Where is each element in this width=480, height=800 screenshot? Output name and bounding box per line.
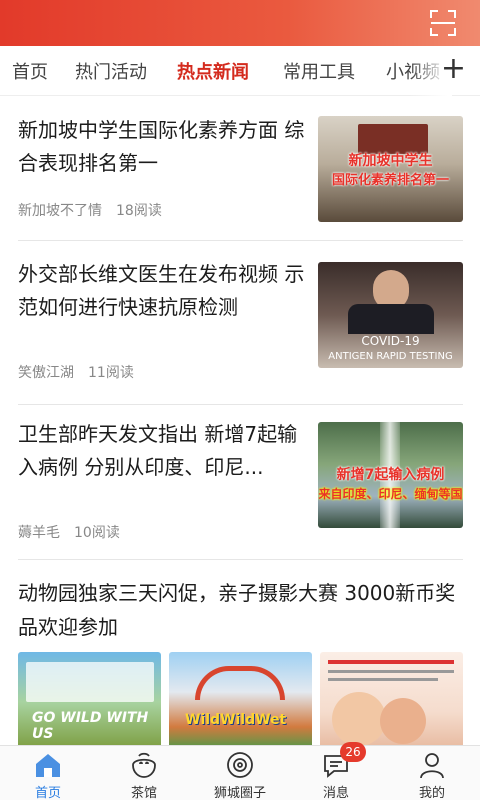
thumb-caption-1: 新增7起输入病例 (336, 467, 445, 483)
category-tabs: 首页 热门活动 热点新闻 常用工具 小视频 + (0, 46, 480, 96)
news-title: 新加坡中学生国际化素养方面 综合表现排名第一 (18, 118, 305, 175)
message-badge: 26 (340, 742, 366, 762)
news-thumbnail: COVID-19 ANTIGEN RAPID TESTING (318, 262, 463, 368)
scan-icon[interactable] (428, 8, 458, 38)
thumb-caption-2: ANTIGEN RAPID TESTING (328, 351, 453, 362)
news-feed: 新加坡中学生国际化素养方面 综合表现排名第一 新加坡不了情 18阅读 新加坡中学生… (0, 96, 480, 748)
circle-icon (227, 752, 253, 778)
nav-label: 消息 (322, 786, 349, 800)
nav-messages[interactable]: 26 消息 (288, 742, 384, 800)
nav-home[interactable]: 首页 (0, 746, 96, 800)
news-meta: 薅羊毛 10阅读 (18, 522, 120, 542)
waterslide-shape (195, 666, 285, 700)
text-line (328, 670, 454, 673)
tab-hot-events[interactable]: 热门活动 (75, 58, 147, 84)
home-icon (36, 754, 60, 777)
gallery-image-2: WildWildWet (169, 652, 312, 748)
news-reads: 10阅读 (74, 525, 120, 541)
news-author: 薅羊毛 (18, 525, 60, 541)
tab-tools[interactable]: 常用工具 (283, 58, 355, 84)
speaker-body (348, 304, 434, 334)
thumb-caption-2: 国际化素养排名第一 (331, 173, 449, 188)
news-author: 新加坡不了情 (18, 203, 102, 219)
news-thumbnail: 新加坡中学生 国际化素养排名第一 (318, 116, 463, 222)
nav-teahouse[interactable]: 茶馆 (96, 746, 192, 800)
bottom-nav: 首页 茶馆 狮城圈子 26 消息 我的 (0, 742, 480, 800)
nav-label: 茶馆 (130, 786, 157, 800)
nav-circle[interactable]: 狮城圈子 (192, 746, 288, 800)
news-item[interactable]: 新加坡中学生国际化素养方面 综合表现排名第一 新加坡不了情 18阅读 新加坡中学生… (18, 114, 463, 241)
nav-label: 首页 (34, 786, 61, 800)
news-author: 笑傲江湖 (18, 365, 74, 381)
thumb-caption-2: 来自印度、印尼、缅甸等国 (318, 487, 463, 501)
tab-home[interactable]: 首页 (12, 58, 48, 84)
nav-label: 我的 (418, 786, 445, 800)
news-thumbnail: 新增7起输入病例 来自印度、印尼、缅甸等国 (318, 422, 463, 528)
nav-label: 狮城圈子 (213, 786, 266, 800)
news-title: 卫生部昨天发文指出 新增7起输入病例 分别从印度、印尼... (18, 422, 298, 479)
thumb-caption-1: 新加坡中学生 (348, 153, 433, 169)
news-title: 外交部长维文医生在发布视频 示范如何进行快速抗原检测 (18, 262, 305, 319)
book-shape (358, 124, 428, 154)
text-line (328, 660, 454, 664)
child-face-2 (380, 698, 426, 744)
news-gallery[interactable]: GO WILD WITH US WildWildWet (18, 652, 463, 748)
news-meta: 笑傲江湖 11阅读 (18, 362, 134, 382)
nav-profile[interactable]: 我的 (384, 746, 480, 800)
news-item[interactable]: 外交部长维文医生在发布视频 示范如何进行快速抗原检测 笑傲江湖 11阅读 COVI… (18, 258, 463, 405)
price-panel (26, 662, 154, 702)
gallery-image-3 (320, 652, 463, 748)
news-reads: 18阅读 (116, 203, 162, 219)
text-line (328, 678, 438, 681)
teahouse-icon (132, 752, 156, 778)
news-item[interactable]: 卫生部昨天发文指出 新增7起输入病例 分别从印度、印尼... 薅羊毛 10阅读 新… (18, 418, 463, 560)
tab-hot-news[interactable]: 热点新闻 (177, 58, 249, 84)
plus-icon[interactable]: + (441, 54, 466, 84)
news-title[interactable]: 动物园独家三天闪促，亲子摄影大赛 3000新币奖品欢迎参加 (18, 576, 463, 644)
gallery-image-1: GO WILD WITH US (18, 652, 161, 748)
profile-icon (420, 753, 444, 779)
news-reads: 11阅读 (88, 365, 134, 381)
top-bar (0, 0, 480, 46)
gallery-label-2: WildWildWet (185, 712, 287, 728)
gallery-label-1: GO WILD WITH US (32, 710, 149, 742)
news-meta: 新加坡不了情 18阅读 (18, 200, 162, 220)
child-face-1 (332, 692, 386, 746)
